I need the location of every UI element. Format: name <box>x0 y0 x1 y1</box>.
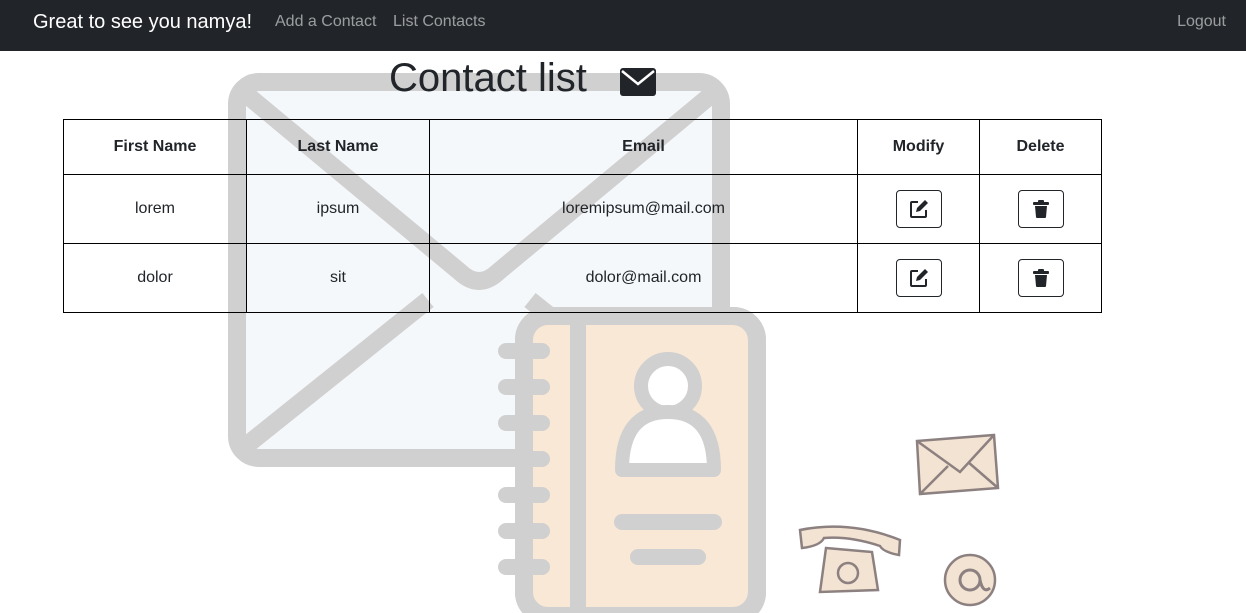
at-sign-icon <box>943 553 997 607</box>
cell-modify <box>857 174 980 244</box>
delete-button[interactable] <box>1017 259 1064 297</box>
cell-first-name: lorem <box>63 174 247 244</box>
page-title: Contact list <box>389 55 587 100</box>
cell-email: dolor@mail.com <box>429 243 858 313</box>
header-delete: Delete <box>979 119 1102 175</box>
modify-button[interactable] <box>895 190 942 228</box>
top-navbar: Great to see you namya! Add a Contact Li… <box>0 0 1246 51</box>
cell-email: loremipsum@mail.com <box>429 174 858 244</box>
cell-delete <box>979 243 1102 313</box>
cell-delete <box>979 174 1102 244</box>
header-first-name: First Name <box>63 119 247 175</box>
logout-link[interactable]: Logout <box>1177 13 1226 31</box>
table-row: lorem ipsum loremipsum@mail.com <box>63 174 1102 244</box>
address-book-icon <box>498 307 766 613</box>
small-envelope-icon <box>915 433 1000 496</box>
table-header-row: First Name Last Name Email Modify Delete <box>63 119 1102 175</box>
edit-icon <box>909 269 928 287</box>
header-last-name: Last Name <box>246 119 430 175</box>
cell-last-name: ipsum <box>246 174 430 244</box>
navbar-brand[interactable]: Great to see you namya! <box>33 11 252 34</box>
contacts-table: First Name Last Name Email Modify Delete… <box>63 119 1102 313</box>
trash-icon <box>1032 269 1049 287</box>
table-row: dolor sit dolor@mail.com <box>63 243 1102 313</box>
modify-button[interactable] <box>895 259 942 297</box>
delete-button[interactable] <box>1017 190 1064 228</box>
trash-icon <box>1032 200 1049 218</box>
page-header: Contact list <box>389 55 656 101</box>
cell-modify <box>857 243 980 313</box>
envelope-icon <box>619 68 656 96</box>
nav-list-contacts-link[interactable]: List Contacts <box>393 13 485 31</box>
telephone-icon <box>798 525 902 594</box>
edit-icon <box>909 200 928 218</box>
cell-first-name: dolor <box>63 243 247 313</box>
nav-add-contact-link[interactable]: Add a Contact <box>275 13 376 31</box>
cell-last-name: sit <box>246 243 430 313</box>
header-modify: Modify <box>857 119 980 175</box>
header-email: Email <box>429 119 858 175</box>
